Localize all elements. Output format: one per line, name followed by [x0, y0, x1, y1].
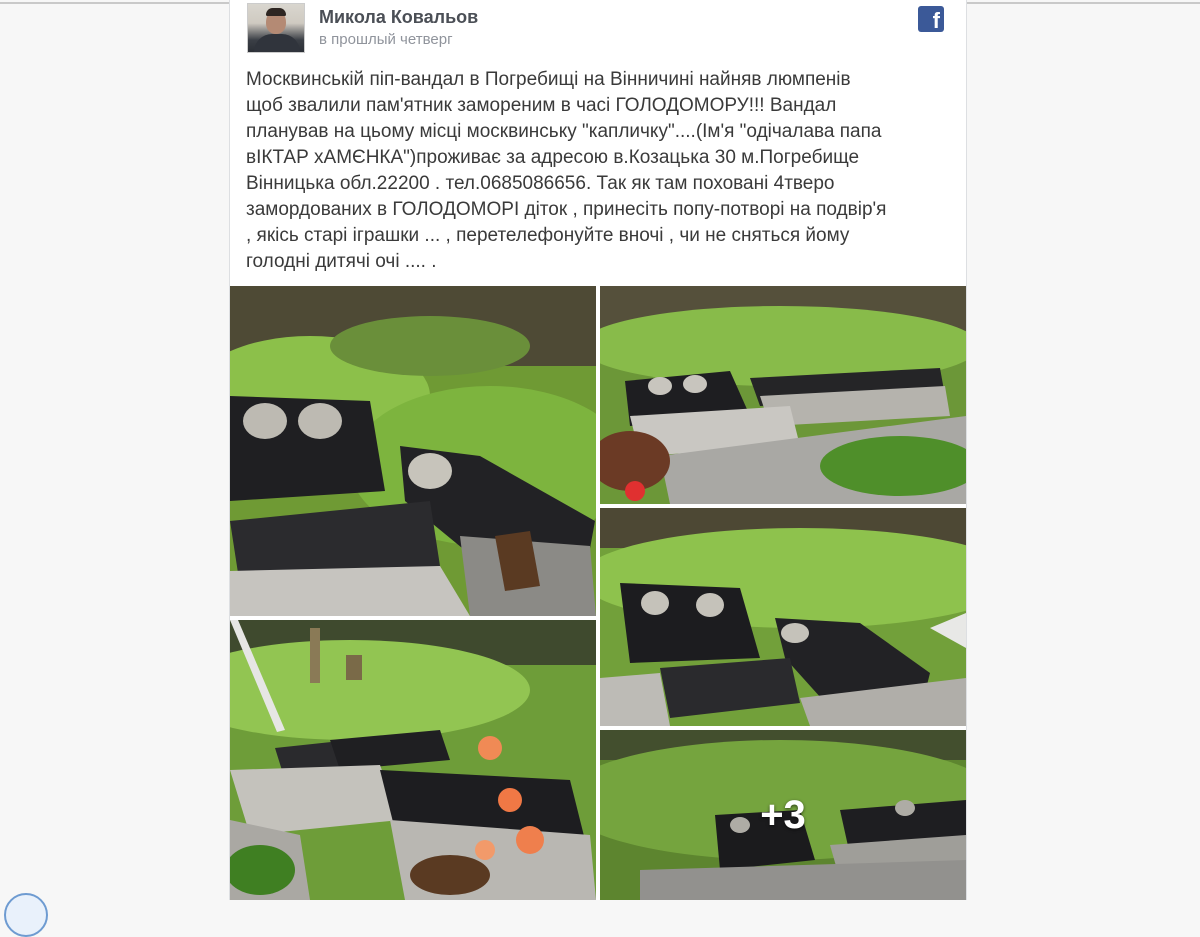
post-photo-5[interactable]: +3	[600, 730, 966, 900]
post-text-line: замордованих в ГОЛОДОМОРІ діток , принес…	[246, 199, 887, 220]
post-text-line: , якісь старі іграшки ... , перетелефону…	[246, 225, 850, 246]
post-text-line: щоб звалили пам'ятник замореним в часі Г…	[246, 95, 837, 116]
post-photo-1[interactable]	[230, 286, 596, 616]
author-avatar[interactable]	[247, 3, 305, 53]
post-photo-3[interactable]	[600, 508, 966, 726]
post-text-line: вІКТАР хАМЄНКА")проживає за адресою в.Ко…	[246, 147, 860, 168]
damaged-memorial-slabs-photo	[600, 508, 966, 726]
post-text-line: планував на цьому місці москвинську "кап…	[246, 121, 882, 142]
broken-tombstones-photo	[600, 286, 966, 504]
post-photo-2[interactable]	[600, 286, 966, 504]
post-timestamp[interactable]: в прошлый четверг	[319, 31, 453, 48]
author-name[interactable]: Микола Ковальов	[319, 7, 478, 28]
facebook-icon[interactable]: f	[918, 6, 944, 32]
more-photos-overlay[interactable]: +3	[600, 730, 966, 900]
post-text-line: Москвинській піп-вандал в Погребищі на В…	[246, 69, 851, 90]
post-photo-4[interactable]	[230, 620, 596, 900]
fallen-gravestones-with-flowers-photo	[230, 620, 596, 900]
post-text-line: Вінницька обл.22200 . тел.0685086656. Та…	[246, 173, 835, 194]
toppled-gravestones-photo	[230, 286, 596, 616]
post-text-line: голодні дитячі очі .... .	[246, 251, 437, 272]
post-text: Москвинській піп-вандал в Погребищі на В…	[246, 67, 958, 275]
